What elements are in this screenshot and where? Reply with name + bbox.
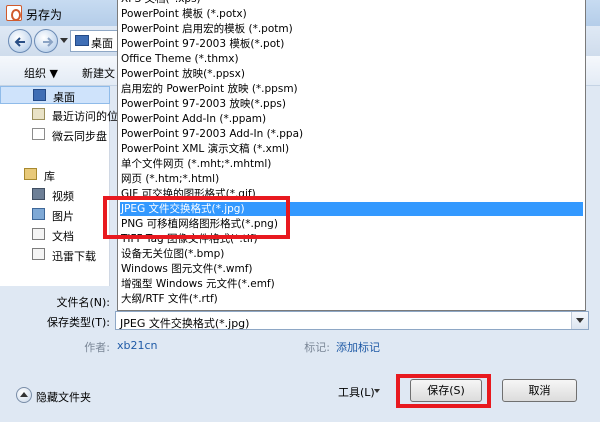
window-title: 另存为 bbox=[26, 8, 63, 22]
hide-folders-button[interactable]: 隐藏文件夹 bbox=[36, 389, 91, 405]
filetype-option[interactable]: PowerPoint 模板 (*.potx) bbox=[120, 7, 583, 21]
history-dropdown-icon[interactable] bbox=[60, 38, 68, 44]
annotation-box-formats bbox=[103, 196, 290, 239]
desktop-icon bbox=[75, 35, 89, 46]
organize-button[interactable]: 组织 ▼ bbox=[24, 65, 58, 81]
annotation-box-save bbox=[396, 374, 491, 408]
filetype-option[interactable]: 大纲/RTF 文件(*.rtf) bbox=[120, 292, 583, 306]
sidebar-item-documents[interactable]: 文档 bbox=[0, 226, 110, 244]
savetype-select[interactable]: JPEG 文件交换格式(*.jpg) bbox=[115, 311, 589, 330]
tags-value[interactable]: 添加标记 bbox=[336, 339, 380, 355]
back-arrow-icon bbox=[14, 37, 25, 47]
sidebar-item-label: 桌面 bbox=[53, 91, 75, 104]
sidebar-item-label: 库 bbox=[44, 170, 55, 183]
navigation-pane: 桌面 最近访问的位 微云同步盘 库 视频 图片 文档 迅雷下载 bbox=[0, 86, 118, 286]
author-value[interactable]: xb21cn bbox=[117, 339, 158, 352]
chevron-up-icon[interactable] bbox=[16, 387, 32, 403]
filetype-dropdown-list: XPS 文档(*.xps)PowerPoint 模板 (*.potx)Power… bbox=[117, 0, 586, 311]
desktop-icon bbox=[33, 89, 46, 101]
filetype-option[interactable]: PowerPoint Add-In (*.ppam) bbox=[120, 112, 583, 126]
savetype-label: 保存类型(T): bbox=[46, 316, 110, 329]
tags-label: 标记: bbox=[304, 341, 330, 354]
sidebar-item-pictures[interactable]: 图片 bbox=[0, 206, 110, 224]
filetype-option[interactable]: PowerPoint 97-2003 Add-In (*.ppa) bbox=[120, 127, 583, 141]
new-folder-button[interactable]: 新建文 bbox=[82, 65, 115, 81]
picture-icon bbox=[32, 208, 45, 220]
recent-places-icon bbox=[32, 108, 45, 120]
filetype-option[interactable]: 网页 (*.htm;*.html) bbox=[120, 172, 583, 186]
filetype-option[interactable]: XPS 文档(*.xps) bbox=[120, 0, 583, 6]
filetype-option[interactable]: 设备无关位图(*.bmp) bbox=[120, 247, 583, 261]
forward-arrow-icon bbox=[43, 37, 54, 47]
chevron-down-icon[interactable] bbox=[571, 312, 588, 329]
address-text: 桌面 bbox=[91, 37, 113, 50]
forward-button[interactable] bbox=[34, 29, 58, 53]
sidebar-item-label: 迅雷下载 bbox=[52, 250, 96, 263]
weiyun-icon bbox=[32, 128, 45, 140]
filetype-option[interactable]: PowerPoint 启用宏的模板 (*.potm) bbox=[120, 22, 583, 36]
sidebar-item-video[interactable]: 视频 bbox=[0, 186, 110, 204]
document-icon bbox=[32, 228, 45, 240]
thunder-download-icon bbox=[32, 248, 45, 260]
sidebar-item-label: 图片 bbox=[52, 210, 74, 223]
filetype-option[interactable]: 增强型 Windows 元文件(*.emf) bbox=[120, 277, 583, 291]
author-label: 作者: bbox=[84, 341, 110, 354]
sidebar-item-library[interactable]: 库 bbox=[0, 166, 110, 184]
sidebar-item-label: 视频 bbox=[52, 190, 74, 203]
sidebar-item-label: 微云同步盘 bbox=[52, 130, 107, 143]
savetype-value: JPEG 文件交换格式(*.jpg) bbox=[120, 317, 250, 330]
sidebar-item-desktop[interactable]: 桌面 bbox=[0, 86, 110, 104]
sidebar-item-weiyun[interactable]: 微云同步盘 bbox=[0, 126, 110, 144]
video-icon bbox=[32, 188, 45, 200]
sidebar-item-label: 最近访问的位 bbox=[52, 110, 118, 123]
filetype-option[interactable]: PowerPoint 97-2003 模板(*.pot) bbox=[120, 37, 583, 51]
filetype-option[interactable]: 单个文件网页 (*.mht;*.mhtml) bbox=[120, 157, 583, 171]
filename-label: 文件名(N): bbox=[56, 296, 110, 309]
sidebar-item-recent[interactable]: 最近访问的位 bbox=[0, 106, 118, 124]
sidebar-item-thunder[interactable]: 迅雷下载 bbox=[0, 246, 110, 264]
filetype-option[interactable]: 启用宏的 PowerPoint 放映 (*.ppsm) bbox=[120, 82, 583, 96]
filetype-option[interactable]: Office Theme (*.thmx) bbox=[120, 52, 583, 66]
filetype-option[interactable]: PowerPoint 97-2003 放映(*.pps) bbox=[120, 97, 583, 111]
back-button[interactable] bbox=[8, 29, 32, 53]
app-icon bbox=[6, 5, 22, 21]
cancel-button[interactable]: 取消 bbox=[502, 379, 577, 402]
filetype-option[interactable]: PowerPoint XML 演示文稿 (*.xml) bbox=[120, 142, 583, 156]
tools-button[interactable]: 工具(L) bbox=[338, 384, 375, 400]
library-icon bbox=[24, 168, 37, 180]
filetype-option[interactable]: Windows 图元文件(*.wmf) bbox=[120, 262, 583, 276]
tools-dropdown-icon bbox=[374, 389, 380, 393]
filetype-option[interactable]: PowerPoint 放映(*.ppsx) bbox=[120, 67, 583, 81]
sidebar-item-label: 文档 bbox=[52, 230, 74, 243]
